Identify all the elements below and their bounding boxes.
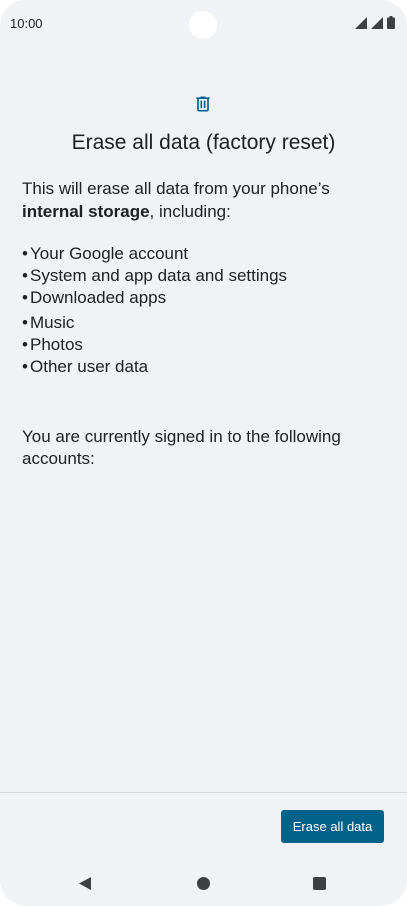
list-item-label: Your Google account (30, 244, 189, 263)
intro-text-main: This will erase all data from your phone… (22, 179, 330, 198)
list-item: • Photos (22, 334, 287, 356)
status-bar: 10:00 (0, 0, 407, 48)
list-item: • Music (22, 312, 287, 334)
bullet: • (22, 244, 28, 263)
intro-text: This will erase all data from your phone… (22, 177, 385, 223)
phone-screen: 10:00 Erase all data (factory reset) Thi… (0, 0, 407, 906)
cell-signal-icon (371, 17, 383, 29)
battery-icon (387, 16, 395, 29)
recent-apps-icon[interactable] (313, 877, 326, 890)
trash-icon (196, 96, 210, 112)
intro-text-bold: internal storage (22, 202, 150, 221)
footer-divider (0, 792, 407, 793)
front-camera (189, 11, 217, 39)
list-item: • Other user data (22, 356, 287, 378)
list-item-label: Music (30, 313, 75, 332)
list-item: • Downloaded apps (22, 287, 287, 309)
bullet: • (22, 266, 28, 285)
wifi-signal-icon (355, 17, 367, 29)
page-title: Erase all data (factory reset) (71, 131, 336, 154)
status-time: 10:00 (10, 16, 43, 31)
list-item-label: Photos (30, 335, 83, 354)
list-item-label: Downloaded apps (30, 288, 167, 307)
status-icons (355, 16, 395, 29)
accounts-text: You are currently signed in to the follo… (22, 427, 341, 468)
list-item: • System and app data and settings (22, 265, 287, 287)
intro-text-tail: , including: (149, 202, 231, 221)
erase-all-data-button[interactable]: Erase all data (281, 810, 384, 843)
bullet: • (22, 313, 28, 332)
bullet: • (22, 357, 28, 376)
back-icon[interactable] (78, 876, 93, 891)
erase-items-list: • Your Google account • System and app d… (22, 243, 287, 378)
home-icon[interactable] (197, 877, 210, 890)
bullet: • (22, 335, 28, 354)
list-item-label: Other user data (30, 357, 149, 376)
list-item: • Your Google account (22, 243, 287, 265)
list-item-label: System and app data and settings (30, 266, 288, 285)
bullet: • (22, 288, 28, 307)
